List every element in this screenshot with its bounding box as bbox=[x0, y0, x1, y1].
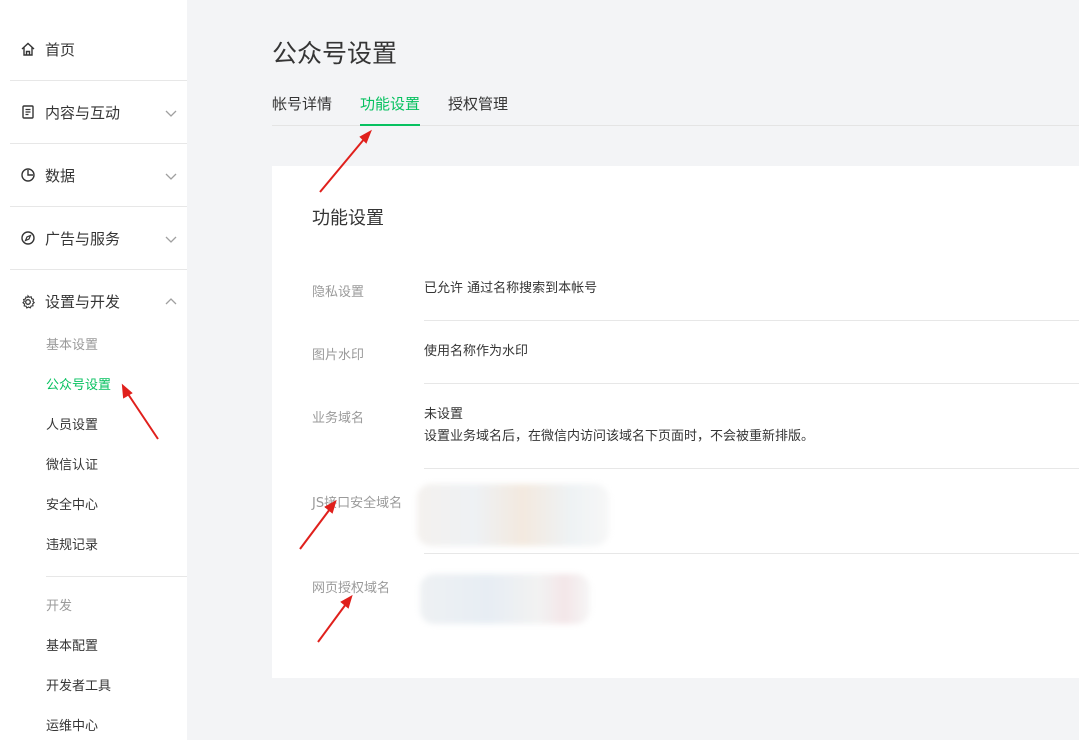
row-desc-business-domain: 设置业务域名后，在微信内访问该域名下页面时，不会被重新排版。 bbox=[424, 429, 815, 444]
sub-item-security-center[interactable]: 安全中心 bbox=[46, 496, 98, 516]
row-value-privacy: 已允许 通过名称搜索到本帐号 bbox=[424, 281, 598, 296]
sub-item-ops-center[interactable]: 运维中心 bbox=[46, 717, 98, 737]
page-title: 公众号设置 bbox=[272, 39, 398, 68]
row-divider bbox=[424, 553, 1079, 554]
nav-data[interactable]: 数据 bbox=[10, 144, 187, 207]
nav-data-label: 数据 bbox=[45, 166, 76, 185]
sub-item-wechat-verify[interactable]: 微信认证 bbox=[46, 456, 98, 476]
nav-settings-label: 设置与开发 bbox=[45, 293, 121, 311]
sub-item-account-settings[interactable]: 公众号设置 bbox=[46, 376, 111, 396]
row-label-watermark: 图片水印 bbox=[312, 348, 365, 363]
row-label-oauth-domain: 网页授权域名 bbox=[312, 581, 391, 596]
tab-authorization[interactable]: 授权管理 bbox=[448, 92, 508, 126]
sub-item-basic-config[interactable]: 基本配置 bbox=[46, 637, 98, 657]
chevron-down-icon[interactable] bbox=[163, 168, 179, 184]
nav-ads[interactable]: 广告与服务 bbox=[10, 207, 187, 270]
tab-account-details[interactable]: 帐号详情 bbox=[272, 92, 332, 126]
pie-chart-icon bbox=[19, 166, 37, 184]
chevron-down-icon[interactable] bbox=[163, 105, 179, 121]
sub-item-dev-tools[interactable]: 开发者工具 bbox=[46, 677, 111, 697]
nav-settings[interactable]: 设置与开发 bbox=[10, 270, 187, 333]
compass-icon bbox=[19, 229, 37, 247]
chevron-up-icon[interactable] bbox=[163, 294, 179, 310]
redacted-oauth-domain bbox=[420, 574, 590, 624]
card-title: 功能设置 bbox=[312, 208, 384, 229]
nav-ads-label: 广告与服务 bbox=[45, 229, 121, 248]
sub-divider bbox=[46, 576, 187, 577]
row-label-js-domain: JS接口安全域名 bbox=[312, 496, 403, 511]
sub-header-dev: 开发 bbox=[46, 599, 73, 614]
gear-icon bbox=[19, 293, 37, 311]
redacted-js-domain bbox=[417, 484, 609, 546]
row-divider bbox=[424, 468, 1079, 469]
nav-home[interactable]: 首页 bbox=[10, 18, 187, 81]
tab-feature-settings[interactable]: 功能设置 bbox=[360, 92, 421, 126]
row-value-watermark: 使用名称作为水印 bbox=[424, 344, 529, 359]
settings-card: 功能设置 隐私设置 已允许 通过名称搜索到本帐号 图片水印 使用名称作为水印 业… bbox=[272, 166, 1079, 678]
sub-header-basic: 基本设置 bbox=[46, 338, 99, 353]
main-content: 公众号设置 帐号详情 功能设置 授权管理 功能设置 隐私设置 已允许 通过名称搜… bbox=[187, 0, 1079, 740]
nav-home-label: 首页 bbox=[45, 40, 76, 59]
document-icon bbox=[19, 103, 37, 121]
row-value-business-domain: 未设置 bbox=[424, 407, 464, 422]
row-label-business-domain: 业务域名 bbox=[312, 411, 365, 426]
home-icon bbox=[19, 40, 37, 58]
row-divider bbox=[424, 383, 1079, 384]
sub-item-staff-settings[interactable]: 人员设置 bbox=[46, 416, 98, 436]
chevron-down-icon[interactable] bbox=[163, 231, 179, 247]
row-divider bbox=[424, 320, 1079, 321]
nav-content-label: 内容与互动 bbox=[45, 103, 121, 122]
nav-content[interactable]: 内容与互动 bbox=[10, 81, 187, 144]
tab-bar: 帐号详情 功能设置 授权管理 bbox=[272, 92, 1079, 126]
sub-item-violations[interactable]: 违规记录 bbox=[46, 536, 98, 556]
row-label-privacy: 隐私设置 bbox=[312, 285, 365, 300]
sidebar: 首页 内容与互动 数据 广告与服务 设置与开发 基本设置 公众号设置 人员设置 … bbox=[0, 0, 187, 740]
